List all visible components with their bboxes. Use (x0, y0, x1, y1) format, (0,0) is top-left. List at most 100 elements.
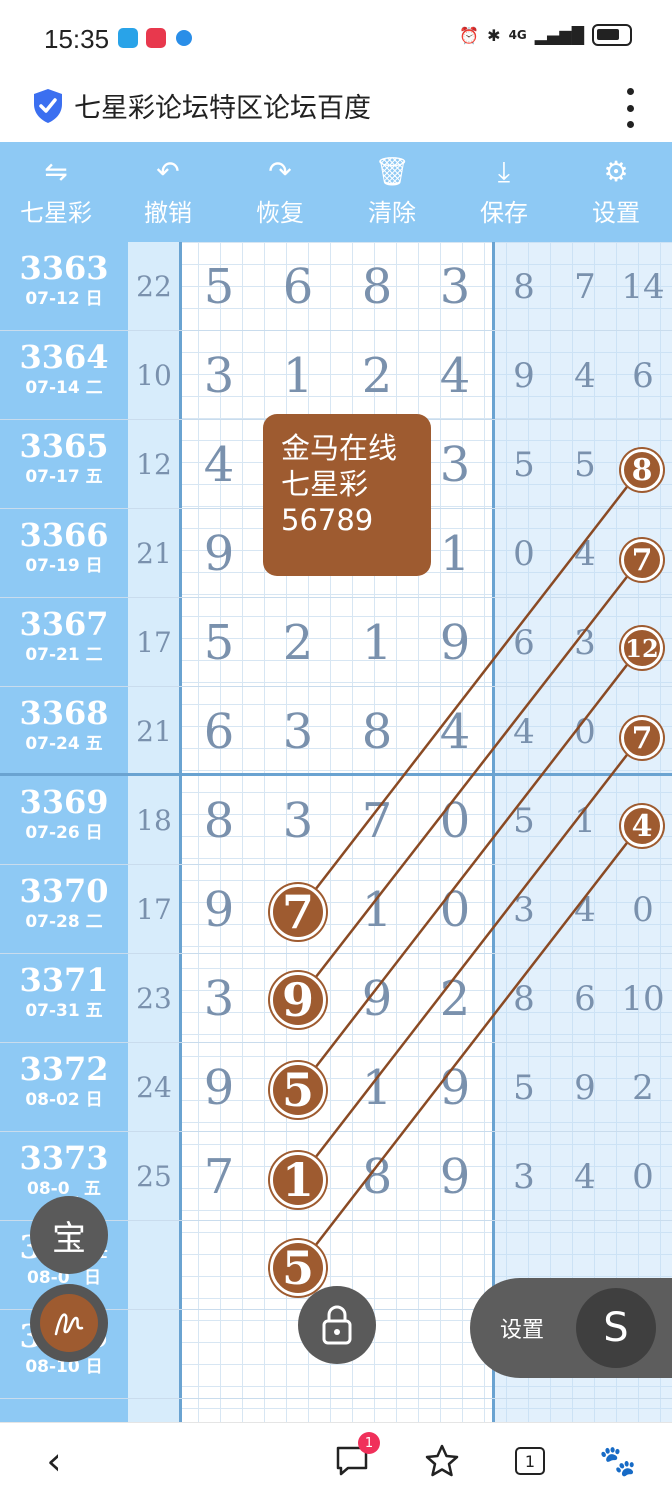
digit-cell[interactable]: 4 (416, 331, 494, 420)
extra-cell[interactable]: 1 (556, 776, 614, 865)
digit-cell[interactable]: 1 (259, 331, 337, 420)
extra-cell[interactable]: 8 (496, 954, 552, 1043)
digit-cell[interactable]: 4 (416, 687, 494, 776)
ad-popup[interactable]: 金马在线 七星彩 56789 (263, 414, 431, 576)
sum-cell (128, 1310, 180, 1399)
issue-date: 08-02 日 (25, 1090, 103, 1110)
s-button[interactable]: S (576, 1288, 656, 1368)
tool-redo[interactable]: ↷ 恢复 (224, 142, 336, 242)
digit-cell[interactable]: 2 (338, 331, 416, 420)
digit-cell[interactable]: 9 (416, 598, 494, 687)
digit-cell[interactable]: 2 (416, 954, 494, 1043)
pen-button[interactable] (30, 1284, 108, 1362)
extra-cell[interactable]: 0 (496, 509, 552, 598)
digit-cell[interactable]: 2 (259, 598, 337, 687)
digit-cell[interactable]: 8 (338, 1132, 416, 1221)
extra-cell[interactable]: 3 (496, 1132, 552, 1221)
sum-cell: 10 (136, 359, 172, 392)
paw-icon[interactable]: 🐾 (596, 1439, 640, 1483)
browser-app-icon (176, 30, 192, 46)
tool-clear[interactable]: 🗑 清除 (336, 142, 448, 242)
marked-ball[interactable]: 7 (270, 884, 326, 940)
extra-cell[interactable]: 3 (556, 598, 614, 687)
tabs-button[interactable]: 1 (508, 1439, 552, 1483)
digit-cell[interactable]: 9 (416, 1043, 494, 1132)
digit-cell[interactable]: 1 (338, 1043, 416, 1132)
lock-button[interactable] (298, 1286, 376, 1364)
extra-cell[interactable]: 2 (614, 1043, 672, 1132)
extra-cell[interactable]: 14 (614, 242, 672, 331)
extra-cell[interactable]: 7 (556, 242, 614, 331)
digit-cell[interactable]: 6 (180, 687, 258, 776)
marked-ball[interactable]: 7 (621, 539, 663, 581)
digit-cell[interactable]: 3 (180, 954, 258, 1043)
extra-cell[interactable]: 6 (614, 331, 672, 420)
extra-cell[interactable]: 0 (614, 1132, 672, 1221)
marked-ball[interactable]: 12 (621, 627, 663, 669)
back-icon[interactable]: ‹ (32, 1439, 76, 1483)
extra-cell[interactable]: 9 (496, 331, 552, 420)
battery-icon (592, 24, 632, 46)
digit-cell[interactable]: 9 (416, 1132, 494, 1221)
marked-ball[interactable]: 4 (621, 805, 663, 847)
digit-cell[interactable]: 8 (338, 687, 416, 776)
extra-cell[interactable]: 5 (496, 1043, 552, 1132)
extra-cell[interactable]: 6 (556, 954, 614, 1043)
marked-ball[interactable]: 5 (270, 1062, 326, 1118)
tool-lottery-type[interactable]: ⇋ 七星彩 (0, 142, 112, 242)
extra-cell[interactable]: 8 (496, 242, 552, 331)
extra-cell[interactable]: 0 (556, 687, 614, 776)
digit-cell[interactable]: 3 (180, 331, 258, 420)
extra-cell[interactable]: 10 (614, 954, 672, 1043)
signal-icon: ▂▄▆█ (534, 25, 584, 45)
marked-ball[interactable]: 5 (270, 1240, 326, 1296)
extra-cell[interactable]: 3 (496, 865, 552, 954)
sum-cell: 18 (136, 804, 172, 837)
marked-ball[interactable]: 7 (621, 717, 663, 759)
digit-cell[interactable]: 9 (338, 954, 416, 1043)
digit-cell[interactable]: 9 (180, 1043, 258, 1132)
digit-cell[interactable]: 3 (416, 242, 494, 331)
extra-cell[interactable]: 5 (496, 776, 552, 865)
tool-undo[interactable]: ↶ 撤销 (112, 142, 224, 242)
star-icon[interactable] (420, 1439, 464, 1483)
digit-cell[interactable]: 7 (338, 776, 416, 865)
digit-cell[interactable]: 5 (180, 598, 258, 687)
digit-cell[interactable]: 7 (180, 1132, 258, 1221)
digit-cell[interactable]: 9 (180, 865, 258, 954)
digit-cell[interactable]: 9 (180, 509, 258, 598)
extra-cell[interactable]: 0 (614, 865, 672, 954)
digit-cell[interactable]: 8 (338, 242, 416, 331)
digit-cell[interactable]: 4 (180, 420, 258, 509)
digit-cell[interactable]: 3 (259, 776, 337, 865)
extra-cell[interactable]: 4 (556, 1132, 614, 1221)
extra-cell[interactable]: 4 (496, 687, 552, 776)
extra-cell[interactable]: 9 (556, 1043, 614, 1132)
digit-cell[interactable] (180, 1221, 258, 1310)
digit-cell[interactable]: 1 (338, 598, 416, 687)
extra-cell[interactable]: 5 (496, 420, 552, 509)
digit-cell[interactable]: 0 (416, 776, 494, 865)
marked-ball[interactable]: 1 (270, 1152, 326, 1208)
bao-button[interactable]: 宝 (30, 1196, 108, 1274)
digit-cell[interactable]: 1 (338, 865, 416, 954)
digit-cell[interactable] (180, 1310, 258, 1399)
message-app-icon (118, 28, 138, 48)
extra-cell[interactable]: 4 (556, 331, 614, 420)
digit-cell[interactable]: 0 (416, 865, 494, 954)
issue-date: 07-17 五 (25, 467, 103, 487)
settings-pill[interactable]: 设置 S (470, 1278, 672, 1378)
extra-cell[interactable]: 6 (496, 598, 552, 687)
extra-cell[interactable]: 5 (556, 420, 614, 509)
tool-save[interactable]: ⤓ 保存 (448, 142, 560, 242)
digit-cell[interactable]: 5 (180, 242, 258, 331)
digit-cell[interactable]: 8 (180, 776, 258, 865)
tool-settings[interactable]: ⚙ 设置 (560, 142, 672, 242)
marked-ball[interactable]: 9 (270, 972, 326, 1028)
digit-cell[interactable]: 3 (259, 687, 337, 776)
extra-cell[interactable]: 4 (556, 509, 614, 598)
marked-ball[interactable]: 8 (621, 449, 663, 491)
more-menu-icon[interactable] (620, 88, 640, 128)
digit-cell[interactable]: 6 (259, 242, 337, 331)
extra-cell[interactable]: 4 (556, 865, 614, 954)
